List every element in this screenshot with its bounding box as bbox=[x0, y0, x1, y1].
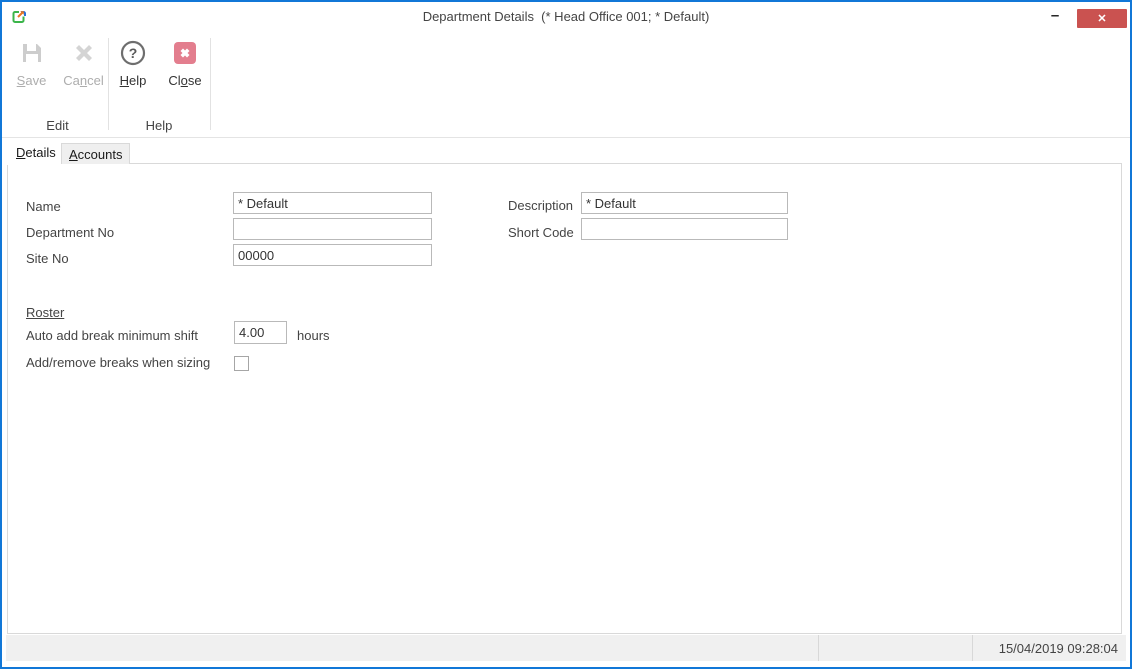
status-datetime: 15/04/2019 09:28:04 bbox=[998, 640, 1118, 656]
minimize-button[interactable]: – bbox=[1042, 2, 1068, 28]
window-title: Department Details (* Head Office 001; *… bbox=[422, 8, 710, 24]
name-label: Name bbox=[26, 199, 61, 214]
status-bar: 15/04/2019 09:28:04 bbox=[6, 635, 1126, 661]
save-button-label: Save bbox=[16, 73, 47, 88]
site-no-label: Site No bbox=[26, 251, 69, 266]
auto-add-break-input[interactable] bbox=[234, 321, 287, 344]
gray-x-icon bbox=[71, 40, 97, 66]
cancel-button-label: Cancel bbox=[63, 73, 104, 88]
red-x-box-icon bbox=[172, 40, 198, 66]
add-remove-breaks-label: Add/remove breaks when sizing bbox=[26, 355, 211, 370]
add-remove-breaks-checkbox[interactable] bbox=[234, 356, 249, 371]
status-bar-separator bbox=[818, 635, 819, 661]
ribbon-group-help: ? Help Close Help bbox=[108, 30, 210, 137]
help-button[interactable]: ? Help bbox=[110, 36, 156, 88]
ribbon-separator bbox=[210, 38, 211, 130]
details-tab-panel: Name Department No Site No Description S… bbox=[7, 163, 1122, 634]
short-code-input[interactable] bbox=[581, 218, 788, 240]
svg-text:?: ? bbox=[129, 45, 138, 61]
ribbon-group-edit: Save Cancel Edit bbox=[7, 30, 108, 137]
close-button-label: Close bbox=[168, 73, 202, 88]
site-no-input[interactable] bbox=[233, 244, 432, 266]
title-bar: Department Details (* Head Office 001; *… bbox=[2, 2, 1130, 30]
status-bar-separator bbox=[972, 635, 973, 661]
description-label: Description bbox=[508, 198, 574, 213]
ribbon-group-edit-label: Edit bbox=[46, 118, 69, 133]
tab-accounts[interactable]: Accounts bbox=[61, 143, 131, 164]
minimize-icon: – bbox=[1050, 6, 1060, 24]
save-button[interactable]: Save bbox=[9, 36, 55, 88]
department-no-input[interactable] bbox=[233, 218, 432, 240]
name-input[interactable] bbox=[233, 192, 432, 214]
floppy-disk-icon bbox=[19, 40, 45, 66]
hours-unit-label: hours bbox=[297, 328, 330, 343]
help-button-label: Help bbox=[119, 73, 147, 88]
roster-section-heading: Roster bbox=[26, 305, 65, 320]
cancel-button[interactable]: Cancel bbox=[61, 36, 107, 88]
department-no-label: Department No bbox=[26, 225, 115, 240]
ribbon-toolbar: Save Cancel Edit ? Help Close Help bbox=[2, 30, 1130, 138]
auto-add-break-label: Auto add break minimum shift bbox=[26, 328, 198, 343]
department-details-window: Department Details (* Head Office 001; *… bbox=[0, 0, 1132, 669]
close-button[interactable]: Close bbox=[162, 36, 208, 88]
short-code-label: Short Code bbox=[508, 225, 574, 240]
question-circle-icon: ? bbox=[120, 40, 146, 66]
ribbon-group-help-label: Help bbox=[145, 118, 173, 133]
close-icon: ✕ bbox=[1097, 13, 1107, 25]
tab-details[interactable]: Details bbox=[7, 139, 65, 165]
description-input[interactable] bbox=[581, 192, 788, 214]
window-close-button[interactable]: ✕ bbox=[1077, 9, 1127, 28]
